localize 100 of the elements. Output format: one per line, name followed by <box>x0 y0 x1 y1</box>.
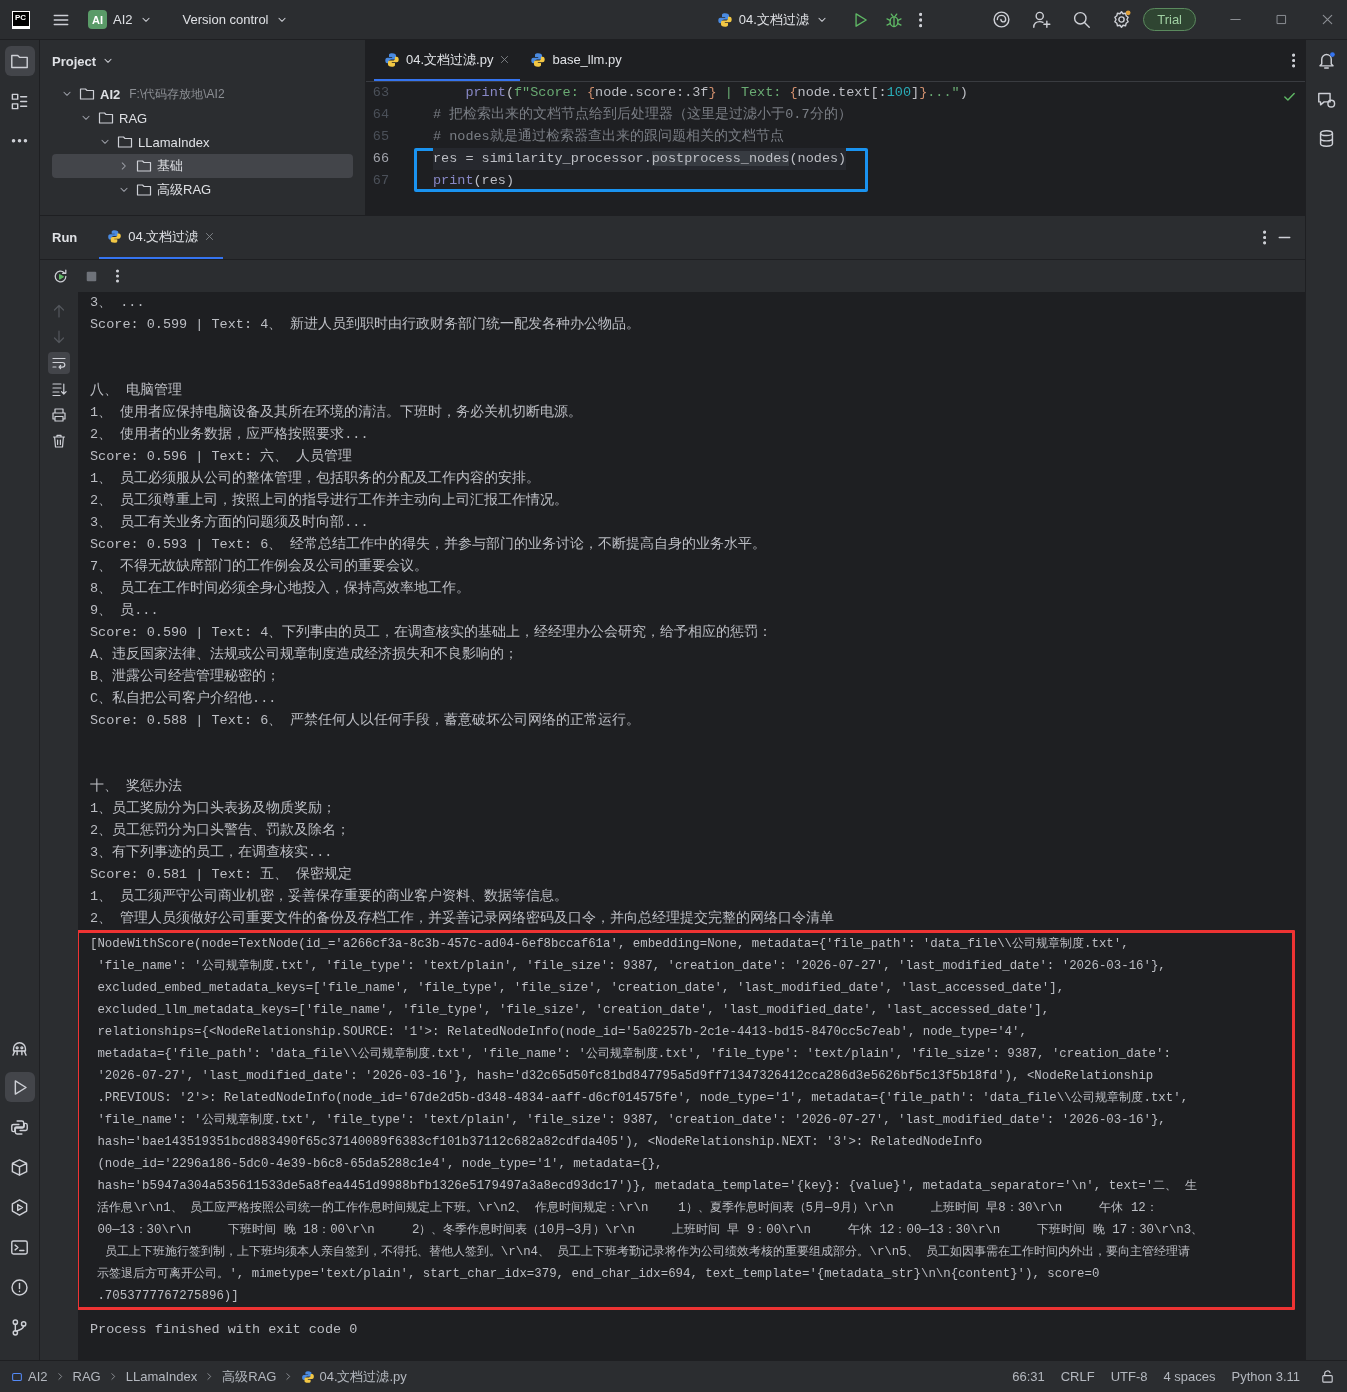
cursor-position[interactable]: 66:31 <box>1012 1369 1045 1384</box>
output-line: Score: 0.588 | Text: 6、 严禁任何人以任何手段，蓄意破坏公司网络的正常运行。 <box>90 711 642 730</box>
output-line: .7053777767275896)] <box>96 1288 240 1305</box>
output-line: 1、 员工必须服从公司的整体管理，包括职务的分配及工作内容的安排。 <box>90 469 542 488</box>
database-icon[interactable] <box>1317 129 1336 148</box>
output-line: 2、 员工须尊重上司，按照上司的指导进行工作并主动向上司汇报工作情况。 <box>90 491 570 510</box>
python-console-icon <box>10 1117 29 1137</box>
version-control-menu[interactable]: Version control <box>176 8 295 31</box>
editor-tab[interactable]: 04.文档过滤.py <box>374 40 521 81</box>
soft-wrap-icon <box>51 355 67 371</box>
close-icon[interactable] <box>499 54 511 65</box>
output-line: Score: 0.581 | Text: 五、 保密规定 <box>90 865 354 884</box>
code-line: # 把检索出来的文档节点给到后处理器（这里是过滤小于0.7分的） <box>433 105 852 124</box>
folder-icon <box>98 110 114 126</box>
output-line: .PREVIOUS: '2'>: RelatedNodeInfo(node_id='67de2d5b-d348-4834-aaff-d6cf014575fe', node_type='1', metadata={'file_path': 'data_file\\公司规章制度.txt', <box>96 1090 1190 1107</box>
output-line: 十、 奖惩办法 <box>90 777 184 796</box>
indent-setting[interactable]: 4 spaces <box>1163 1369 1216 1384</box>
maximize-icon[interactable] <box>1275 13 1288 26</box>
breadcrumb[interactable]: 04.文档过滤.py <box>301 1367 407 1386</box>
more-icon <box>10 139 29 143</box>
tree-item[interactable]: AI2 F:\代码存放地\AI2 <box>52 82 353 106</box>
breadcrumb[interactable]: 高级RAG <box>222 1367 277 1386</box>
chat-icon[interactable] <box>1317 90 1336 109</box>
output-line: Score: 0.596 | Text: 六、 人员管理 <box>90 447 354 466</box>
close-icon[interactable] <box>204 231 216 242</box>
terminal-icon <box>10 1237 29 1257</box>
panel-title: Project <box>52 53 97 69</box>
run-configuration[interactable]: 04.文档过滤 <box>710 6 835 33</box>
file-encoding[interactable]: UTF-8 <box>1110 1369 1148 1384</box>
more-icon[interactable] <box>1262 229 1266 246</box>
output-line: hash='b5947a304a535611533de5a8fea4451d9988bfb1326e5179497a3a8ecd93dc17')}, metadata_template='{key}: {value}', metadata_separator='\n', text='二、 生 <box>96 1178 1198 1195</box>
debug-icon[interactable] <box>884 10 903 29</box>
more-icon[interactable] <box>918 10 923 29</box>
configuration-name: 04.文档过滤 <box>738 10 809 29</box>
output-line: Score: 0.599 | Text: 4、 新进人员到职时由行政财务部门统一配发各种办公物品。 <box>90 315 642 334</box>
tree-label: 高级RAG <box>157 181 212 199</box>
panel-title: Run <box>52 230 78 245</box>
search-icon[interactable] <box>1072 10 1092 29</box>
tool-button[interactable] <box>48 352 70 374</box>
trial-button[interactable]: Trial <box>1143 8 1196 31</box>
code-line: print(res) <box>433 172 515 190</box>
output-line: 'file_name': '公司规章制度.txt', 'file_type': 'text/plain', 'file_size': 9387, 'creation_date': '2026-07-27', 'last_modified_date': '2026-03-16'}, <box>96 958 1167 975</box>
output-line: B、泄露公司经营管理秘密的； <box>90 667 282 686</box>
interpreter-selector[interactable]: Python 3.11 <box>1231 1369 1300 1384</box>
breadcrumb[interactable]: AI2 <box>10 1369 48 1384</box>
tool-window-button[interactable] <box>4 46 35 76</box>
python-icon <box>716 11 733 28</box>
python-icon <box>301 1369 316 1384</box>
output-line: 示签退后方可离开公司。', mimetype='text/plain', start_char_idx=379, end_char_idx=694, text_template='{metadata_str}\n\n{content}'), score=0 <box>96 1266 1101 1283</box>
run-tab[interactable]: 04.文档过滤 <box>99 216 224 259</box>
add-user-icon[interactable] <box>1032 10 1052 29</box>
project-badge: AI <box>88 10 107 29</box>
project-name: AI2 <box>113 12 133 27</box>
close-icon[interactable] <box>1320 12 1335 27</box>
output-line: 员工上下班施行签到制，上下班均须本人亲自签到，不得托、替他人签到。\r\n4、 员工上下班考勤记录将作为公司绩效考核的重要组成部分。\r\n5、 员工如因事需在工作时间内外出，要向主管经理请 <box>103 1244 1192 1261</box>
output-line: 1、 员工须严守公司商业机密，妥善保存重要的商业客户资料、数据等信息。 <box>90 887 570 906</box>
output-line: hash='bae143519351bcd883490f65c37140089f6383cf101b37112c682a82cdfda405'), <NodeRelationship.NEXT: '3'>: RelatedNodeInfo <box>96 1134 984 1151</box>
output-line: 3、 员工有关业务方面的问题须及时向部... <box>90 513 370 532</box>
more-icon[interactable] <box>1291 52 1295 69</box>
app-logo: PC <box>12 10 30 29</box>
output-line: 'file_name': '公司规章制度.txt', 'file_type': 'text/plain', 'file_size': 9387, 'creation_date': '2026-07-27', 'last_modified_date': '2026-03-16'}, <box>96 1112 1167 1129</box>
tree-item[interactable]: RAG <box>52 106 353 130</box>
exit-message: Process finished with exit code 0 <box>90 1321 359 1339</box>
line-ending[interactable]: CRLF <box>1060 1369 1095 1384</box>
output-line: 1、员工奖励分为口头表扬及物质奖励； <box>90 799 338 818</box>
folder-icon <box>117 134 133 150</box>
output-line: excluded_embed_metadata_keys=['file_name', 'file_type', 'file_size', 'creation_date', 'last_modified_date', 'last_accessed_date'], <box>96 980 1066 997</box>
project-selector[interactable]: AI AI2 <box>82 6 159 33</box>
tree-label: RAG <box>119 110 148 126</box>
output-line: 2、员工惩罚分为口头警告、罚款及除名； <box>90 821 352 840</box>
tree-item[interactable]: 基础 <box>52 154 353 178</box>
output-line: metadata={'file_path': 'data_file\\公司规章制度.txt', 'file_name': '公司规章制度.txt', 'file_type': 'text/plain', 'file_size': 9387, 'creation_date': <box>96 1046 1172 1063</box>
python-icon <box>384 51 400 68</box>
output-line: C、私自把公司客户介绍他... <box>90 689 278 708</box>
tree-label: LLamaIndex <box>138 134 210 150</box>
notifications-icon[interactable] <box>1317 51 1336 70</box>
rerun-icon[interactable] <box>52 267 69 285</box>
tree-item[interactable]: 高级RAG <box>52 178 353 202</box>
scroll-to-end-icon <box>51 381 67 397</box>
tool-window-button[interactable] <box>4 1072 35 1102</box>
services-icon <box>10 1197 29 1217</box>
structure-icon <box>10 91 29 111</box>
breadcrumb[interactable]: LLamaIndex <box>125 1369 198 1384</box>
more-icon[interactable] <box>116 268 119 284</box>
breadcrumb[interactable]: RAG <box>72 1369 101 1384</box>
output-line: 9、 员... <box>90 602 160 620</box>
swirl-icon[interactable] <box>992 10 1012 29</box>
git-icon <box>10 1317 29 1337</box>
output-line: 八、 电脑管理 <box>90 381 184 400</box>
tree-item[interactable]: LLamaIndex <box>52 130 353 154</box>
tree-label: AI2 <box>100 86 121 102</box>
folder-path: F:\代码存放地\AI2 <box>129 85 225 103</box>
lock-icon[interactable] <box>1320 1369 1335 1384</box>
trash-icon <box>51 433 67 449</box>
settings-icon[interactable] <box>1112 10 1132 29</box>
editor-tab[interactable]: base_llm.py <box>520 40 632 81</box>
output-line: Score: 0.593 | Text: 6、 经常总结工作中的得失，并参与部门的业务讨论，不断提高自身的业务水平。 <box>90 535 768 554</box>
output-line: 8、 员工在工作时间必须全身心地投入，保持高效率地工作。 <box>90 579 472 598</box>
python-icon <box>530 51 547 68</box>
output-line: relationships={<NodeRelationship.SOURCE: '1'>: RelatedNodeInfo(node_id='5a02257b-2c1e-4413-bd15-8470cc5c7eab', node_type='4', <box>96 1024 1028 1041</box>
